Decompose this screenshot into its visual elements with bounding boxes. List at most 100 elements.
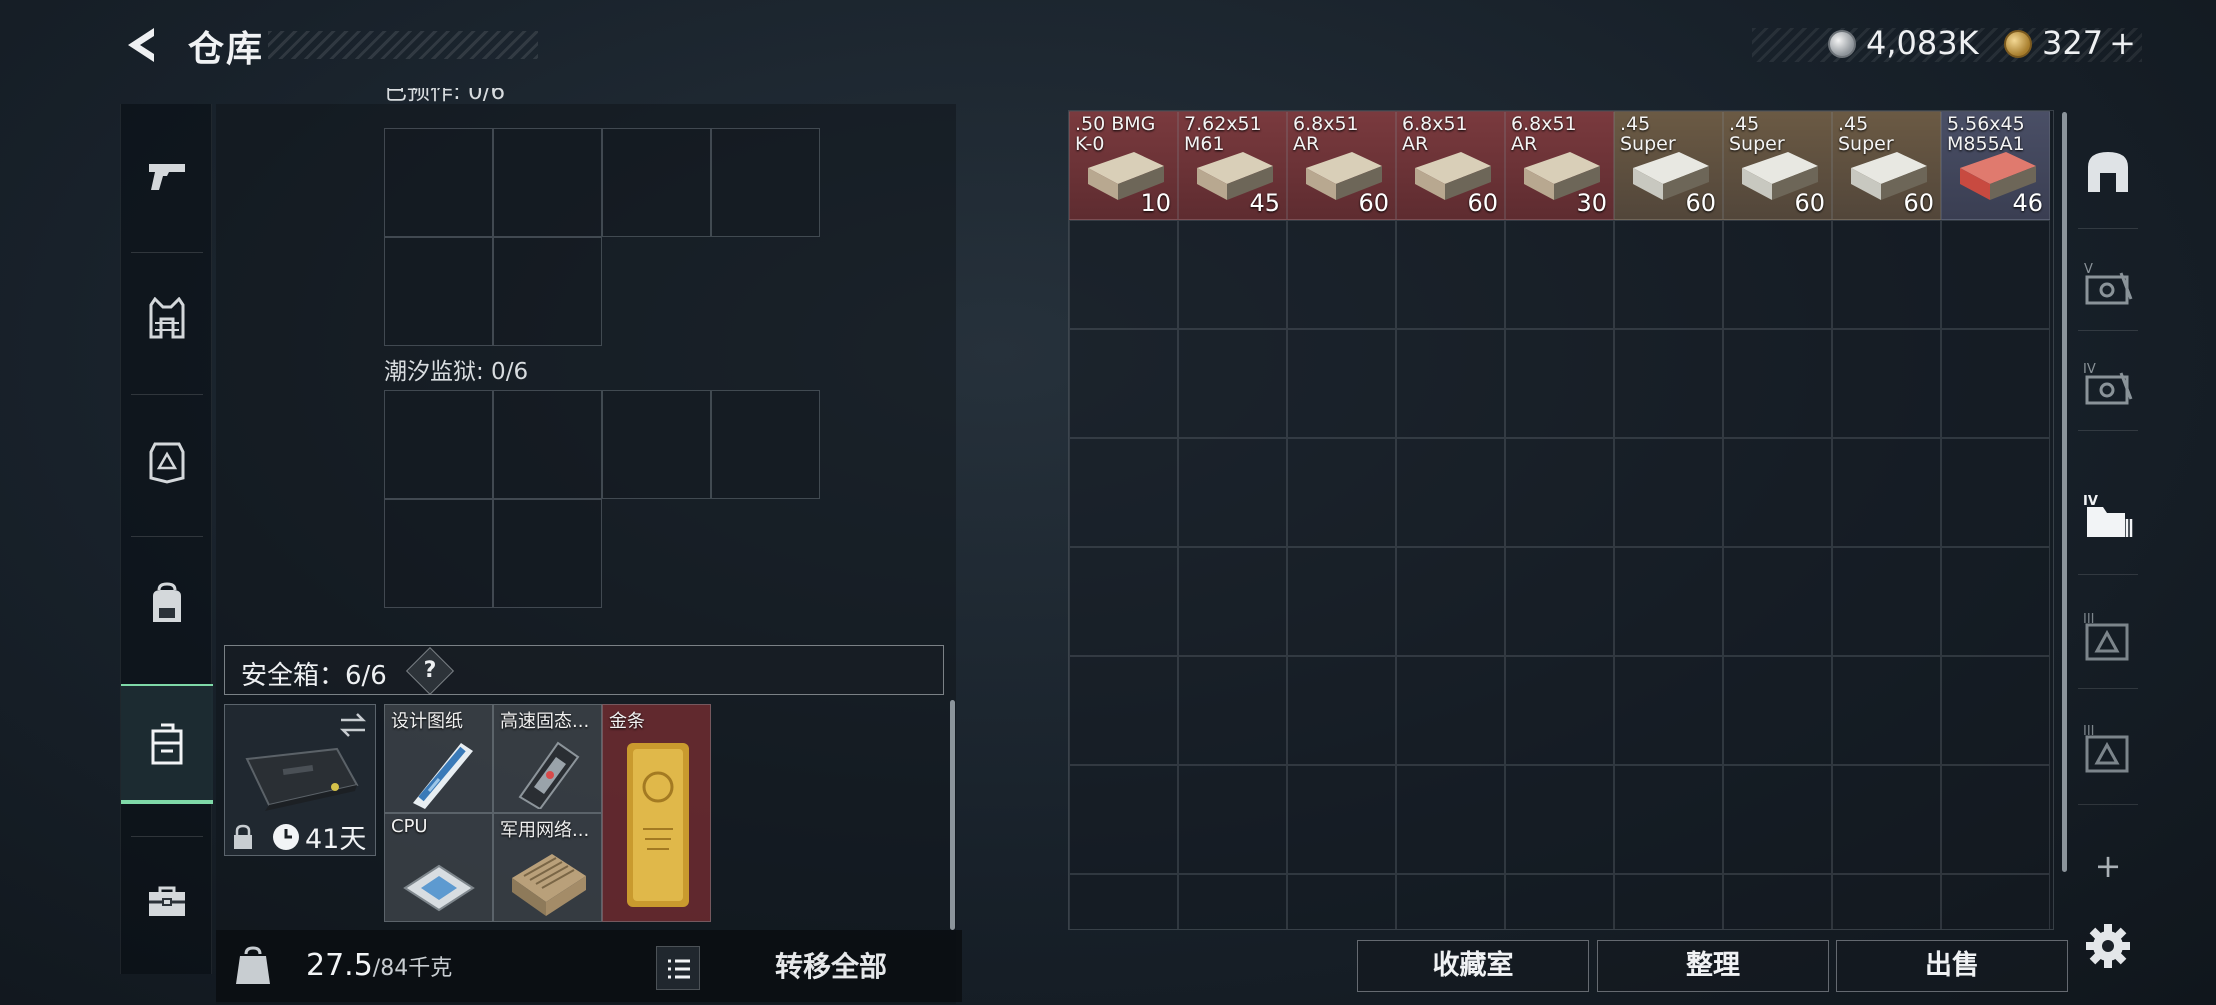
grid-slot[interactable] [493,390,602,499]
nav-armor[interactable] [121,402,213,522]
stash-slot[interactable] [1941,220,2050,329]
stash-slot[interactable] [1614,329,1723,438]
add-currency-button[interactable]: + [2109,24,2136,62]
stash-slot[interactable] [1941,438,2050,547]
item-cpu[interactable]: CPU [384,813,493,922]
tab-tier-iii-case[interactable]: III [2072,596,2144,676]
tab-tier-iv-folder[interactable]: IV [2072,476,2144,556]
grid-slot[interactable] [602,128,711,237]
stash-slot[interactable] [1069,220,1178,329]
tab-tier-iii-case-2[interactable]: III [2072,708,2144,788]
stash-slot[interactable] [1941,547,2050,656]
stash-slot[interactable] [1832,656,1941,765]
nav-vest[interactable] [121,259,213,379]
add-tab-button[interactable]: + [2072,826,2144,906]
grid-slot[interactable] [384,237,493,346]
nav-toolbox[interactable] [121,842,213,962]
stash-slot[interactable] [1505,329,1614,438]
stash-slot[interactable] [1178,874,1287,929]
left-scrollbar[interactable] [950,700,955,930]
stash-slot[interactable] [1832,329,1941,438]
tab-stash-home[interactable] [2072,132,2144,212]
stash-slot[interactable] [1178,438,1287,547]
stash-slot[interactable] [1614,438,1723,547]
grid-slot[interactable] [384,499,493,608]
transfer-all-button[interactable]: 转移全部 [716,940,946,994]
grid-slot[interactable] [711,128,820,237]
stash-slot[interactable] [1941,656,2050,765]
stash-slot[interactable] [1505,438,1614,547]
stash-slot[interactable] [1178,547,1287,656]
nav-backpack[interactable] [121,544,213,664]
nav-safebox[interactable] [121,684,213,804]
ammo-item[interactable]: 7.62x51 M61 45 [1178,111,1287,220]
stash-slot[interactable] [1069,765,1178,874]
organize-button[interactable]: 整理 [1597,940,1829,992]
stash-slot[interactable] [1396,547,1505,656]
stash-slot[interactable] [1287,874,1396,929]
stash-slot[interactable] [1941,765,2050,874]
stash-slot[interactable] [1287,656,1396,765]
gold-currency[interactable]: 327 + [2004,24,2136,62]
stash-slot[interactable] [1832,874,1941,929]
stash-slot[interactable] [1069,547,1178,656]
stash-slot[interactable] [1614,220,1723,329]
stash-slot[interactable] [1723,656,1832,765]
ammo-item[interactable]: 6.8x51 AR 60 [1287,111,1396,220]
stash-slot[interactable] [1723,765,1832,874]
grid-slot[interactable] [384,390,493,499]
grid-slot[interactable] [602,390,711,499]
grid-slot[interactable] [493,237,602,346]
stash-slot[interactable] [1723,874,1832,929]
stash-slot[interactable] [1287,765,1396,874]
item-ssd[interactable]: 高速固态... [493,704,602,813]
stash-slot[interactable] [1614,874,1723,929]
stash-slot[interactable] [1396,874,1505,929]
stash-slot[interactable] [1069,874,1178,929]
stash-slot[interactable] [1832,220,1941,329]
nav-pistol[interactable] [121,116,213,236]
stash-slot[interactable] [1069,656,1178,765]
stash-slot[interactable] [1505,220,1614,329]
back-button[interactable] [120,22,166,68]
item-gold-bar[interactable]: 金条 [602,704,711,922]
ammo-item[interactable]: .45 Super 60 [1723,111,1832,220]
grid-slot[interactable] [711,390,820,499]
stash-slot[interactable] [1178,220,1287,329]
ammo-item[interactable]: 6.8x51 AR 30 [1505,111,1614,220]
stash-slot[interactable] [1178,765,1287,874]
settings-button[interactable] [2084,922,2132,970]
stash-slot[interactable] [1723,220,1832,329]
stash-slot[interactable] [1396,220,1505,329]
ammo-item[interactable]: 6.8x51 AR 60 [1396,111,1505,220]
stash-slot[interactable] [1069,438,1178,547]
tab-tier-iv-case[interactable]: IV [2072,344,2144,424]
item-blueprint[interactable]: 设计图纸 [384,704,493,813]
stash-slot[interactable] [1396,765,1505,874]
ammo-item[interactable]: .50 BMG K-0 10 [1069,111,1178,220]
stash-slot[interactable] [1178,329,1287,438]
stash-slot[interactable] [1832,547,1941,656]
stash-slot[interactable] [1396,329,1505,438]
stash-slot[interactable] [1287,329,1396,438]
stash-slot[interactable] [1396,438,1505,547]
item-military-network[interactable]: 军用网络... [493,813,602,922]
stash-slot[interactable] [1505,765,1614,874]
stash-slot[interactable] [1287,220,1396,329]
stash-slot[interactable] [1069,329,1178,438]
ammo-item[interactable]: .45 Super 60 [1614,111,1723,220]
grid-slot[interactable] [384,128,493,237]
help-button[interactable]: ? [405,646,455,696]
stash-slot[interactable] [1614,547,1723,656]
stash-slot[interactable] [1832,438,1941,547]
stash-slot[interactable] [1505,547,1614,656]
swap-icon[interactable] [337,711,369,739]
stash-slot[interactable] [1614,656,1723,765]
stash-slot[interactable] [1832,765,1941,874]
list-view-button[interactable] [656,946,700,990]
collection-room-button[interactable]: 收藏室 [1357,940,1589,992]
stash-slot[interactable] [1941,329,2050,438]
stash-slot[interactable] [1505,874,1614,929]
stash-slot[interactable] [1723,547,1832,656]
safebox-case-slot[interactable]: 41天 [224,704,376,856]
